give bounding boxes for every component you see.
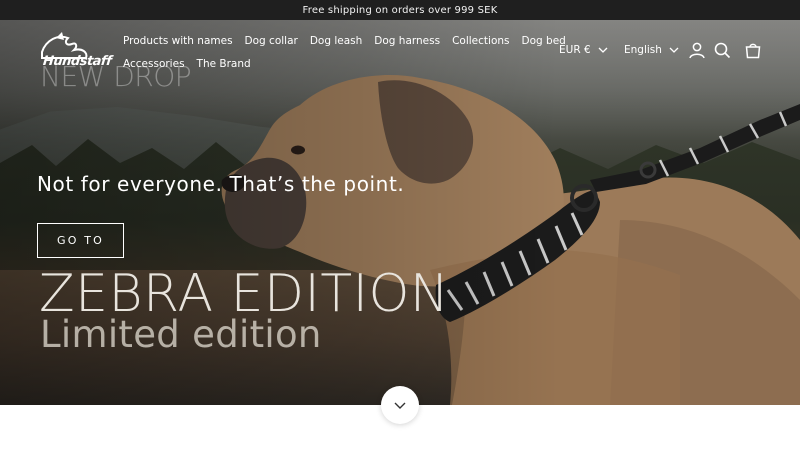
announcement-bar: Free shipping on orders over 999 SEK — [0, 0, 800, 20]
nav-item-dog-collar[interactable]: Dog collar — [245, 35, 298, 47]
nav-item-dog-leash[interactable]: Dog leash — [310, 35, 362, 47]
scroll-down-button[interactable] — [381, 386, 419, 424]
nav-item-products-with-names[interactable]: Products with names — [123, 35, 233, 47]
search-icon — [714, 42, 731, 59]
hero-kicker: NEW DROP — [40, 60, 192, 93]
account-button[interactable] — [688, 41, 706, 59]
cart-button[interactable] — [744, 41, 762, 59]
nav-item-the-brand[interactable]: The Brand — [197, 58, 251, 70]
account-icon — [689, 42, 705, 59]
hero-tagline: Not for everyone. That’s the point. — [37, 172, 405, 196]
hero-subhead: Limited edition — [40, 313, 322, 356]
chevron-down-icon — [669, 47, 679, 53]
language-label: English — [624, 44, 662, 56]
language-selector[interactable]: English — [624, 44, 679, 56]
chevron-down-icon — [394, 402, 406, 409]
nav-row-primary: Products with names Dog collar Dog leash… — [123, 31, 566, 51]
currency-selector[interactable]: EUR € — [559, 44, 608, 56]
search-button[interactable] — [713, 41, 731, 59]
go-to-button[interactable]: GO TO — [37, 223, 124, 258]
currency-label: EUR € — [559, 44, 591, 56]
cart-icon — [745, 43, 761, 59]
chevron-down-icon — [598, 47, 608, 53]
announcement-text: Free shipping on orders over 999 SEK — [302, 4, 498, 16]
nav-item-dog-harness[interactable]: Dog harness — [374, 35, 440, 47]
nav-item-collections[interactable]: Collections — [452, 35, 509, 47]
